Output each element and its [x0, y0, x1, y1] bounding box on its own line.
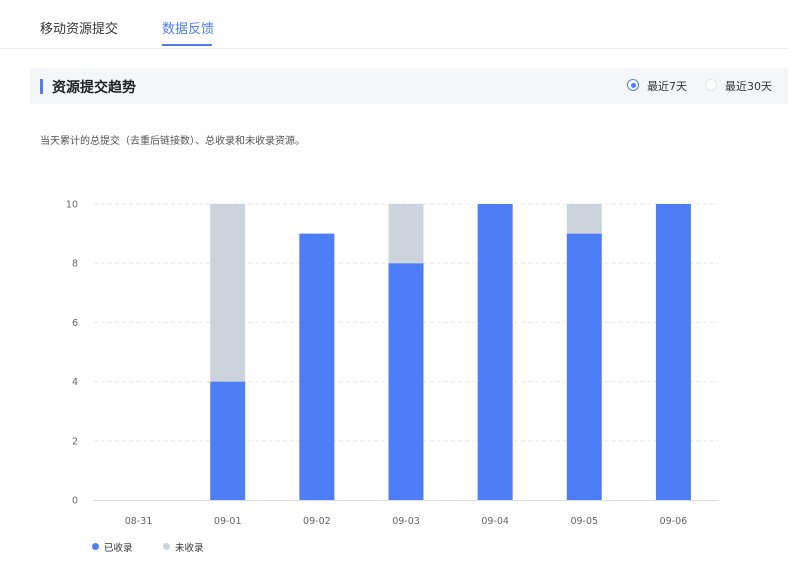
x-tick-label: 09-05 [570, 516, 598, 527]
legend-label: 已收录 [104, 543, 133, 554]
x-tick-label: 09-02 [303, 516, 331, 527]
bar-indexed [655, 204, 691, 500]
x-tick-label: 09-06 [660, 516, 688, 527]
y-tick-label: 10 [66, 200, 78, 211]
x-tick-label: 08-31 [125, 516, 153, 527]
bar-indexed [210, 381, 246, 500]
legend-label: 未收录 [175, 543, 204, 554]
x-tick-label: 09-03 [392, 516, 420, 527]
y-tick-label: 2 [72, 436, 78, 447]
bar-indexed [477, 204, 513, 500]
y-tick-label: 0 [72, 496, 78, 507]
bar-not-indexed [566, 204, 602, 234]
bars [210, 204, 691, 500]
x-tick-label: 09-04 [481, 516, 509, 527]
y-tick-label: 6 [72, 318, 78, 329]
y-tick-label: 4 [72, 377, 78, 388]
legend-swatch-indexed [92, 543, 99, 550]
x-tick-label: 09-01 [214, 516, 242, 527]
bar-not-indexed [210, 204, 246, 382]
legend-swatch-not-indexed [163, 543, 170, 550]
bar-not-indexed [388, 204, 424, 264]
bar-indexed [388, 263, 424, 500]
bar-indexed [299, 233, 335, 500]
stacked-bar-chart: 0 2 4 6 8 10 08-31 09-01 09-02 09-03 09-04 09-05 09-… [66, 200, 718, 527]
y-tick-label: 8 [72, 259, 78, 270]
bar-indexed [566, 233, 602, 500]
